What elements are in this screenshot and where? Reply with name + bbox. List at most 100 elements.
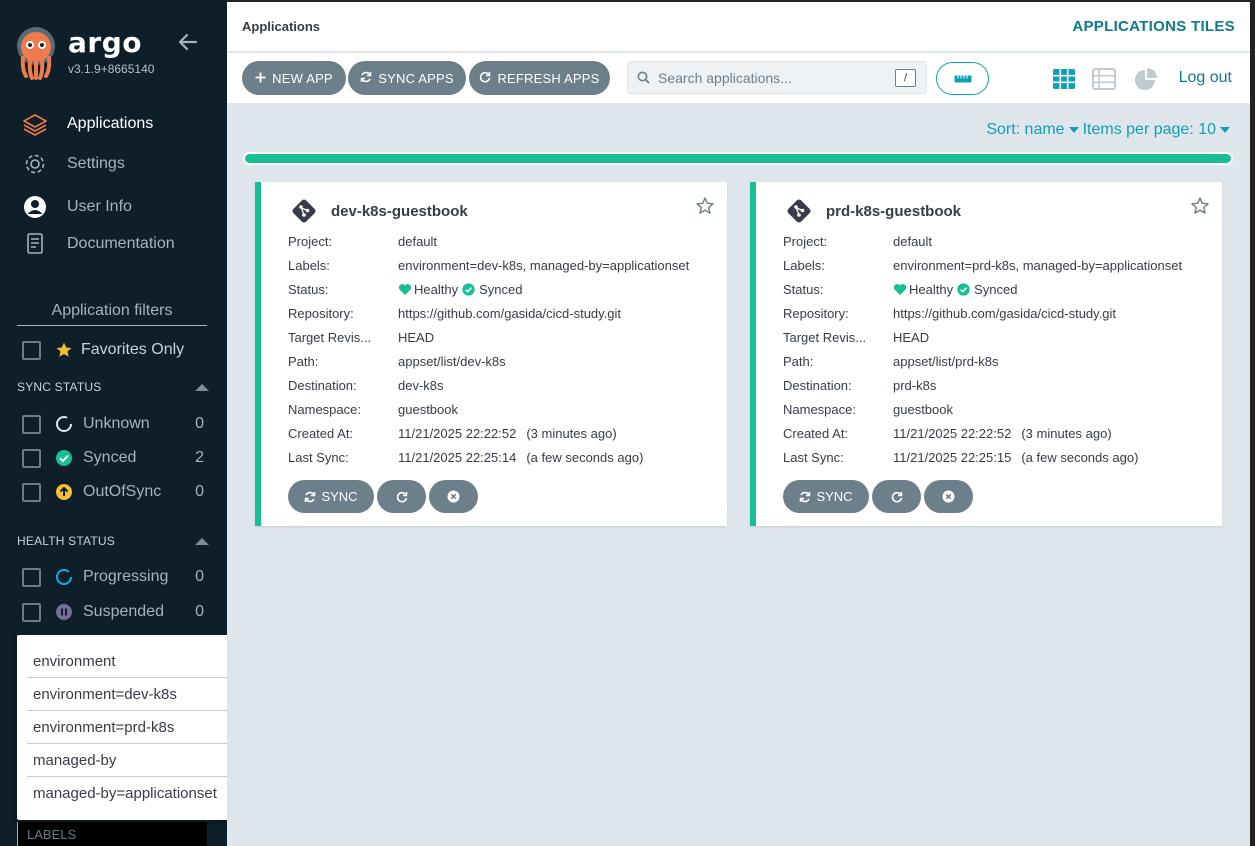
- label-option[interactable]: environment=dev-k8s: [27, 678, 261, 711]
- argo-logo[interactable]: argo v3.1.9+8665140: [14, 26, 154, 80]
- checkbox[interactable]: [22, 567, 41, 587]
- app-field-last-sync: Last Sync: 11/21/2025 22:25:14 (a few seco…: [288, 449, 644, 465]
- pie-chart-view-icon[interactable]: [1133, 67, 1157, 91]
- filter-sync-outofsync[interactable]: OutOfSync 0: [22, 480, 204, 504]
- app-refresh-button[interactable]: [377, 480, 426, 513]
- sidebar-item-label: Documentation: [67, 235, 175, 252]
- times-circle-icon: [942, 490, 955, 503]
- spinner-icon: [55, 568, 73, 586]
- search-box[interactable]: /: [627, 61, 927, 94]
- label-option[interactable]: managed-by: [27, 744, 261, 777]
- check-circle-icon: [55, 449, 73, 467]
- brand-title: argo: [68, 26, 142, 59]
- git-icon: [786, 198, 812, 224]
- app-field-destination: Destination: prd-k8s: [783, 377, 937, 393]
- sync-apps-button[interactable]: SYNC APPS: [348, 61, 466, 95]
- health-status: Healthy: [909, 281, 954, 297]
- checkbox[interactable]: [22, 414, 41, 434]
- health-status: Healthy: [414, 281, 459, 297]
- plus-icon: [255, 70, 266, 86]
- app-delete-button[interactable]: [924, 480, 973, 513]
- sort-controls: Sort: name Items per page: 10: [986, 121, 1234, 139]
- favorite-star-icon[interactable]: [695, 196, 715, 216]
- filter-sync-unknown[interactable]: Unknown 0: [22, 412, 204, 436]
- sync-status-heading[interactable]: SYNC STATUS: [17, 380, 209, 394]
- favorites-filter[interactable]: Favorites Only: [22, 338, 184, 362]
- app-refresh-button[interactable]: [872, 480, 921, 513]
- app-field-project: Project: default: [288, 233, 438, 249]
- filter-health-progressing[interactable]: Progressing 0: [22, 565, 204, 589]
- checkbox[interactable]: [22, 448, 41, 468]
- pause-circle-icon: [55, 603, 73, 621]
- checkbox[interactable]: [22, 602, 41, 622]
- arrow-up-circle-icon: [55, 483, 73, 501]
- sidebar-nav: Applications Settings User Info Document…: [0, 104, 227, 264]
- check-circle-icon: [462, 282, 475, 296]
- sync-status: Synced: [479, 281, 523, 297]
- items-per-page-dropdown[interactable]: Items per page: 10: [1083, 121, 1234, 139]
- app-name[interactable]: prd-k8s-guestbook: [826, 203, 961, 220]
- brand-version: v3.1.9+8665140: [68, 62, 155, 76]
- labels-filter-input[interactable]: LABELS: [17, 822, 207, 846]
- filter-health-suspended[interactable]: Suspended 0: [22, 600, 204, 624]
- new-app-button[interactable]: NEW APP: [242, 61, 346, 95]
- filter-toggle-button[interactable]: [936, 62, 989, 95]
- refresh-icon: [891, 491, 903, 503]
- sync-status: Synced: [974, 281, 1018, 297]
- app-sync-button[interactable]: SYNC: [288, 480, 374, 513]
- sidebar-item-applications[interactable]: Applications: [0, 104, 227, 144]
- sync-icon: [304, 491, 316, 503]
- sort-dropdown[interactable]: Sort: name: [986, 121, 1082, 139]
- breadcrumb[interactable]: Applications: [242, 19, 320, 34]
- sidebar-item-label: Settings: [67, 155, 125, 172]
- circle-notch-icon: [55, 415, 73, 433]
- app-delete-button[interactable]: [429, 480, 478, 513]
- collapse-caret-icon[interactable]: [195, 383, 209, 391]
- label-option[interactable]: managed-by=applicationset: [27, 777, 261, 810]
- app-field-status: Status: Healthy Synced: [783, 281, 1018, 297]
- app-field-last-sync: Last Sync: 11/21/2025 22:25:15 (a few seco…: [783, 449, 1139, 465]
- favorite-star-icon[interactable]: [1190, 196, 1210, 216]
- app-field-namespace: Namespace: guestbook: [783, 401, 953, 417]
- star-icon: [55, 341, 73, 359]
- label-option[interactable]: environment=prd-k8s: [27, 711, 261, 744]
- filter-sync-synced[interactable]: Synced 2: [22, 446, 204, 470]
- app-field-labels: Labels: environment=dev-k8s, managed-by=a…: [288, 257, 690, 273]
- app-sync-button[interactable]: SYNC: [783, 480, 869, 513]
- argo-octopus-icon: [14, 26, 58, 80]
- gear-icon: [22, 151, 48, 177]
- toolbar: NEW APP SYNC APPS REFRESH APPS /: [227, 53, 1250, 103]
- doc-icon: [22, 231, 48, 257]
- favorites-label: Favorites Only: [81, 341, 185, 358]
- layers-icon: [22, 111, 48, 137]
- health-status-heading[interactable]: HEALTH STATUS: [17, 534, 209, 548]
- label-option[interactable]: environment: [27, 645, 261, 678]
- heart-icon: [893, 283, 907, 296]
- app-field-status: Status: Healthy Synced: [288, 281, 523, 297]
- app-name[interactable]: dev-k8s-guestbook: [331, 203, 468, 220]
- user-circle-icon: [22, 194, 48, 220]
- list-view-icon[interactable]: [1092, 67, 1116, 91]
- app-tile[interactable]: prd-k8s-guestbook Project: default Labels…: [750, 182, 1222, 526]
- app-field-project: Project: default: [783, 233, 933, 249]
- heart-icon: [398, 283, 412, 296]
- app-field-destination: Destination: dev-k8s: [288, 377, 444, 393]
- search-input[interactable]: [658, 69, 878, 86]
- checkbox[interactable]: [22, 482, 41, 502]
- app-field-created-at: Created At: 11/21/2025 22:22:52 (3 minutes…: [288, 425, 617, 441]
- app-tile[interactable]: dev-k8s-guestbook Project: default Labels…: [255, 182, 727, 526]
- sync-icon: [799, 491, 811, 503]
- collapse-caret-icon[interactable]: [195, 537, 209, 545]
- sidebar-item-user-info[interactable]: User Info: [0, 187, 227, 227]
- favorites-checkbox[interactable]: [22, 340, 41, 360]
- arrow-left-icon[interactable]: [176, 30, 200, 54]
- app-field-path: Path: appset/list/dev-k8s: [288, 353, 506, 369]
- tiles-view-icon[interactable]: [1052, 67, 1076, 91]
- filters-title: Application filters: [17, 302, 207, 326]
- logout-link[interactable]: Log out: [1179, 69, 1232, 87]
- sidebar-item-settings[interactable]: Settings: [0, 144, 227, 184]
- sidebar-item-documentation[interactable]: Documentation: [0, 224, 227, 264]
- shortcut-key: /: [895, 69, 916, 87]
- refresh-apps-button[interactable]: REFRESH APPS: [469, 61, 610, 95]
- caret-down-icon: [1068, 127, 1079, 133]
